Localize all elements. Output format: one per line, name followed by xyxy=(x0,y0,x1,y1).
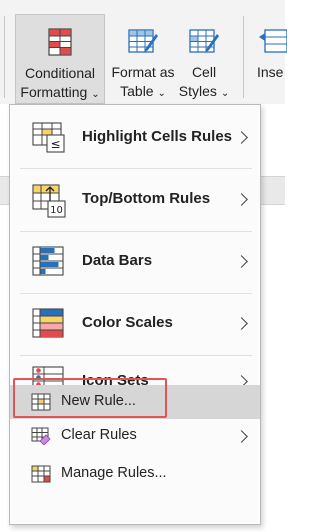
new-rule-highlight-outline xyxy=(13,378,167,418)
manage-rules-label: Manage Rules... xyxy=(61,465,167,481)
svg-text:10: 10 xyxy=(50,205,63,216)
format-as-table-label-line2: Table xyxy=(120,83,154,99)
conditional-formatting-icon xyxy=(48,28,72,56)
chevron-right-icon xyxy=(235,317,248,330)
menu-item-highlight-cells-rules[interactable]: ≤ Highlight Cells Rules xyxy=(10,109,260,167)
cell-styles-icon xyxy=(189,29,219,53)
cell-styles-label-line1: Cell xyxy=(191,64,217,80)
clear-rules-label: Clear Rules xyxy=(61,427,137,443)
insert-cells-icon xyxy=(259,29,287,53)
svg-text:≤: ≤ xyxy=(50,137,60,151)
chevron-right-icon xyxy=(235,255,248,268)
ribbon: Conditional Formatting ⌄ Format as Table… xyxy=(0,0,287,104)
top-bottom-rules-icon: 10 xyxy=(32,184,66,218)
format-as-table-button[interactable]: Format as Table ⌄ xyxy=(108,14,178,102)
menu-separator xyxy=(20,293,252,294)
chevron-down-icon: ⌄ xyxy=(220,88,230,99)
menu-item-manage-rules[interactable]: Manage Rules... xyxy=(10,459,260,489)
format-as-table-icon xyxy=(128,29,158,53)
color-scales-label: Color Scales xyxy=(82,314,173,331)
menu-item-color-scales[interactable]: Color Scales xyxy=(10,295,260,353)
chevron-down-icon: ⌄ xyxy=(91,89,100,100)
chevron-down-icon: ⌄ xyxy=(157,88,166,99)
menu-item-top-bottom-rules[interactable]: 10 Top/Bottom Rules xyxy=(10,171,260,229)
ribbon-separator xyxy=(243,16,244,98)
highlight-cells-rules-label: Highlight Cells Rules xyxy=(82,128,233,145)
conditional-formatting-menu: ≤ Highlight Cells Rules 10 Top/Bottom Ru… xyxy=(9,104,261,525)
data-bars-label: Data Bars xyxy=(82,252,153,269)
conditional-formatting-label-line1: Conditional xyxy=(24,65,96,81)
ribbon-separator xyxy=(4,16,5,98)
data-bars-icon xyxy=(32,246,64,276)
insert-label: Inse xyxy=(257,64,284,80)
manage-rules-icon xyxy=(31,465,51,483)
cell-styles-button[interactable]: Cell Styles ⌄ xyxy=(176,14,232,102)
menu-separator xyxy=(20,168,252,169)
insert-button[interactable]: Inse xyxy=(253,14,293,102)
menu-separator xyxy=(20,231,252,232)
top-bottom-rules-label: Top/Bottom Rules xyxy=(82,190,211,207)
cell-styles-label-line2: Styles xyxy=(178,83,217,99)
chevron-right-icon xyxy=(235,430,248,443)
chevron-right-icon xyxy=(235,131,248,144)
conditional-formatting-button[interactable]: Conditional Formatting ⌄ xyxy=(15,14,105,104)
menu-item-clear-rules[interactable]: Clear Rules xyxy=(10,421,260,451)
highlight-cells-rules-icon: ≤ xyxy=(32,122,65,153)
clear-rules-icon xyxy=(31,427,51,445)
format-as-table-label-line1: Format as xyxy=(111,64,175,80)
chevron-right-icon xyxy=(235,193,248,206)
conditional-formatting-label-line2: Formatting xyxy=(20,84,88,100)
menu-item-data-bars[interactable]: Data Bars xyxy=(10,233,260,291)
color-scales-icon xyxy=(32,308,64,338)
